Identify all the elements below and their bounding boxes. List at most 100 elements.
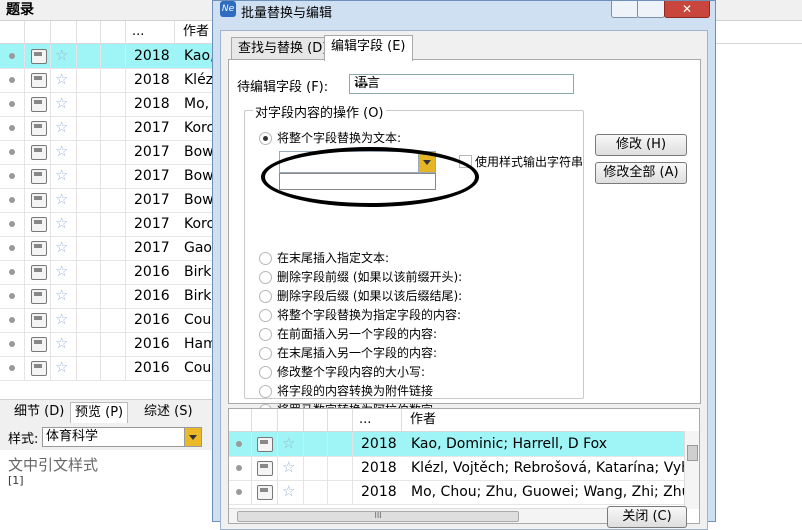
star-icon[interactable]: ☆ bbox=[55, 238, 68, 256]
modify-button[interactable]: 修改 (H) bbox=[595, 134, 687, 156]
table-row[interactable]: ☆ 2018 Klézl bbox=[0, 68, 217, 93]
vertical-scroll-thumb[interactable] bbox=[687, 445, 698, 461]
tab-edit-field[interactable]: 编辑字段 (E) bbox=[324, 35, 413, 61]
read-status-icon[interactable] bbox=[9, 317, 15, 323]
table-row[interactable]: ☆ 2017 Bow bbox=[0, 140, 215, 165]
read-status-icon[interactable] bbox=[236, 465, 242, 471]
use-style-checkbox[interactable] bbox=[459, 155, 472, 168]
attachment-icon[interactable] bbox=[31, 49, 47, 64]
read-status-icon[interactable] bbox=[9, 365, 15, 371]
tab-details[interactable]: 细节 (D) bbox=[10, 402, 68, 422]
read-status-icon[interactable] bbox=[9, 101, 15, 107]
radio-option[interactable] bbox=[259, 328, 272, 341]
close-icon[interactable]: ✕ bbox=[664, 1, 710, 18]
attachment-icon[interactable] bbox=[31, 337, 47, 352]
table-row[interactable]: ☆ 2018 Klézl, Vojtěch; Rebrošová, Katarína… bbox=[229, 456, 699, 481]
read-status-icon[interactable] bbox=[236, 441, 242, 447]
attachment-icon[interactable] bbox=[31, 121, 47, 136]
close-button[interactable]: 关闭 (C) bbox=[607, 506, 687, 528]
tab-find-replace[interactable]: 查找与替换 (D) bbox=[231, 37, 335, 60]
radio-option[interactable] bbox=[259, 366, 272, 379]
table-row[interactable]: ☆ 2016 Cou bbox=[0, 356, 215, 381]
star-icon[interactable]: ☆ bbox=[282, 434, 295, 452]
minimize-icon[interactable] bbox=[611, 1, 639, 18]
col-author-header[interactable]: 作者 bbox=[402, 409, 687, 431]
attachment-icon[interactable] bbox=[31, 145, 47, 160]
star-icon[interactable]: ☆ bbox=[282, 482, 295, 500]
radio-option[interactable] bbox=[259, 385, 272, 398]
modify-all-button[interactable]: 修改全部 (A) bbox=[595, 162, 687, 184]
replace-text-dropdown[interactable] bbox=[279, 173, 436, 190]
table-row[interactable]: ☆ 2016 Birk, bbox=[0, 260, 216, 285]
col-rating[interactable] bbox=[50, 21, 77, 43]
star-icon[interactable]: ☆ bbox=[55, 214, 68, 232]
star-icon[interactable]: ☆ bbox=[55, 70, 68, 88]
read-status-icon[interactable] bbox=[236, 489, 242, 495]
col-attachment[interactable] bbox=[251, 409, 278, 431]
attachment-icon[interactable] bbox=[31, 265, 47, 280]
col-blank-2[interactable] bbox=[327, 409, 353, 431]
read-status-icon[interactable] bbox=[9, 221, 15, 227]
star-icon[interactable]: ☆ bbox=[55, 286, 68, 304]
star-icon[interactable]: ☆ bbox=[55, 118, 68, 136]
style-select[interactable]: 体育科学 bbox=[42, 427, 202, 447]
chevron-down-icon[interactable] bbox=[184, 428, 201, 446]
col-blank-1[interactable] bbox=[76, 21, 101, 43]
col-year-header[interactable]: ... bbox=[352, 409, 402, 431]
attachment-icon[interactable] bbox=[31, 217, 47, 232]
attachment-icon[interactable] bbox=[257, 461, 273, 476]
col-blank-1[interactable] bbox=[303, 409, 328, 431]
tab-summary[interactable]: 综述 (S) bbox=[140, 402, 197, 422]
table-row[interactable]: ☆ 2017 Korc bbox=[0, 116, 215, 141]
field-browse-button[interactable]: ... bbox=[354, 75, 569, 91]
chevron-down-icon[interactable] bbox=[418, 152, 435, 172]
attachment-icon[interactable] bbox=[31, 361, 47, 376]
radio-option[interactable] bbox=[259, 271, 272, 284]
read-status-icon[interactable] bbox=[9, 269, 15, 275]
read-status-icon[interactable] bbox=[9, 77, 15, 83]
table-row[interactable]: ☆ 2016 Birk, bbox=[0, 284, 216, 309]
dialog-titlebar[interactable]: Ne 批量替换与编辑 ✕ bbox=[213, 1, 715, 21]
vertical-scrollbar[interactable] bbox=[684, 431, 699, 509]
attachment-icon[interactable] bbox=[31, 193, 47, 208]
read-status-icon[interactable] bbox=[9, 197, 15, 203]
read-status-icon[interactable] bbox=[9, 245, 15, 251]
star-icon[interactable]: ☆ bbox=[55, 166, 68, 184]
star-icon[interactable]: ☆ bbox=[55, 310, 68, 328]
star-icon[interactable]: ☆ bbox=[55, 94, 68, 112]
attachment-icon[interactable] bbox=[31, 169, 47, 184]
table-row[interactable]: ☆ 2018 Mo, bbox=[0, 92, 215, 117]
attachment-icon[interactable] bbox=[31, 313, 47, 328]
star-icon[interactable]: ☆ bbox=[282, 458, 295, 476]
attachment-icon[interactable] bbox=[31, 73, 47, 88]
attachment-icon[interactable] bbox=[257, 485, 273, 500]
radio-replace-whole[interactable] bbox=[259, 132, 272, 145]
table-row[interactable]: ☆ 2017 Bow bbox=[0, 188, 215, 213]
read-status-icon[interactable] bbox=[9, 125, 15, 131]
radio-option[interactable] bbox=[259, 252, 272, 265]
replace-text-combo[interactable] bbox=[279, 151, 436, 173]
table-row[interactable]: ☆ 2016 Cou bbox=[0, 308, 215, 333]
read-status-icon[interactable] bbox=[9, 341, 15, 347]
table-row[interactable]: ☆ 2018 Mo, Chou; Zhu, Guowei; Wang, Zhi; Z… bbox=[229, 480, 699, 505]
col-read-status[interactable] bbox=[229, 409, 252, 431]
read-status-icon[interactable] bbox=[9, 173, 15, 179]
star-icon[interactable]: ☆ bbox=[55, 358, 68, 376]
star-icon[interactable]: ☆ bbox=[55, 262, 68, 280]
radio-option[interactable] bbox=[259, 290, 272, 303]
attachment-icon[interactable] bbox=[31, 289, 47, 304]
read-status-icon[interactable] bbox=[9, 293, 15, 299]
table-row[interactable]: ☆ 2018 Kao, Dominic; Harrell, D Fox bbox=[229, 432, 687, 457]
attachment-icon[interactable] bbox=[257, 437, 273, 452]
table-row[interactable]: ☆ 2017 Korc bbox=[0, 212, 215, 237]
star-icon[interactable]: ☆ bbox=[55, 334, 68, 352]
table-row[interactable]: ☆ 2018 Kao, bbox=[0, 44, 215, 69]
col-rating[interactable] bbox=[277, 409, 304, 431]
col-attachment[interactable] bbox=[24, 21, 51, 43]
maximize-icon[interactable] bbox=[637, 1, 665, 18]
read-status-icon[interactable] bbox=[9, 53, 15, 59]
col-year-header[interactable]: ... bbox=[125, 21, 175, 43]
read-status-icon[interactable] bbox=[9, 149, 15, 155]
star-icon[interactable]: ☆ bbox=[55, 46, 68, 64]
star-icon[interactable]: ☆ bbox=[55, 190, 68, 208]
